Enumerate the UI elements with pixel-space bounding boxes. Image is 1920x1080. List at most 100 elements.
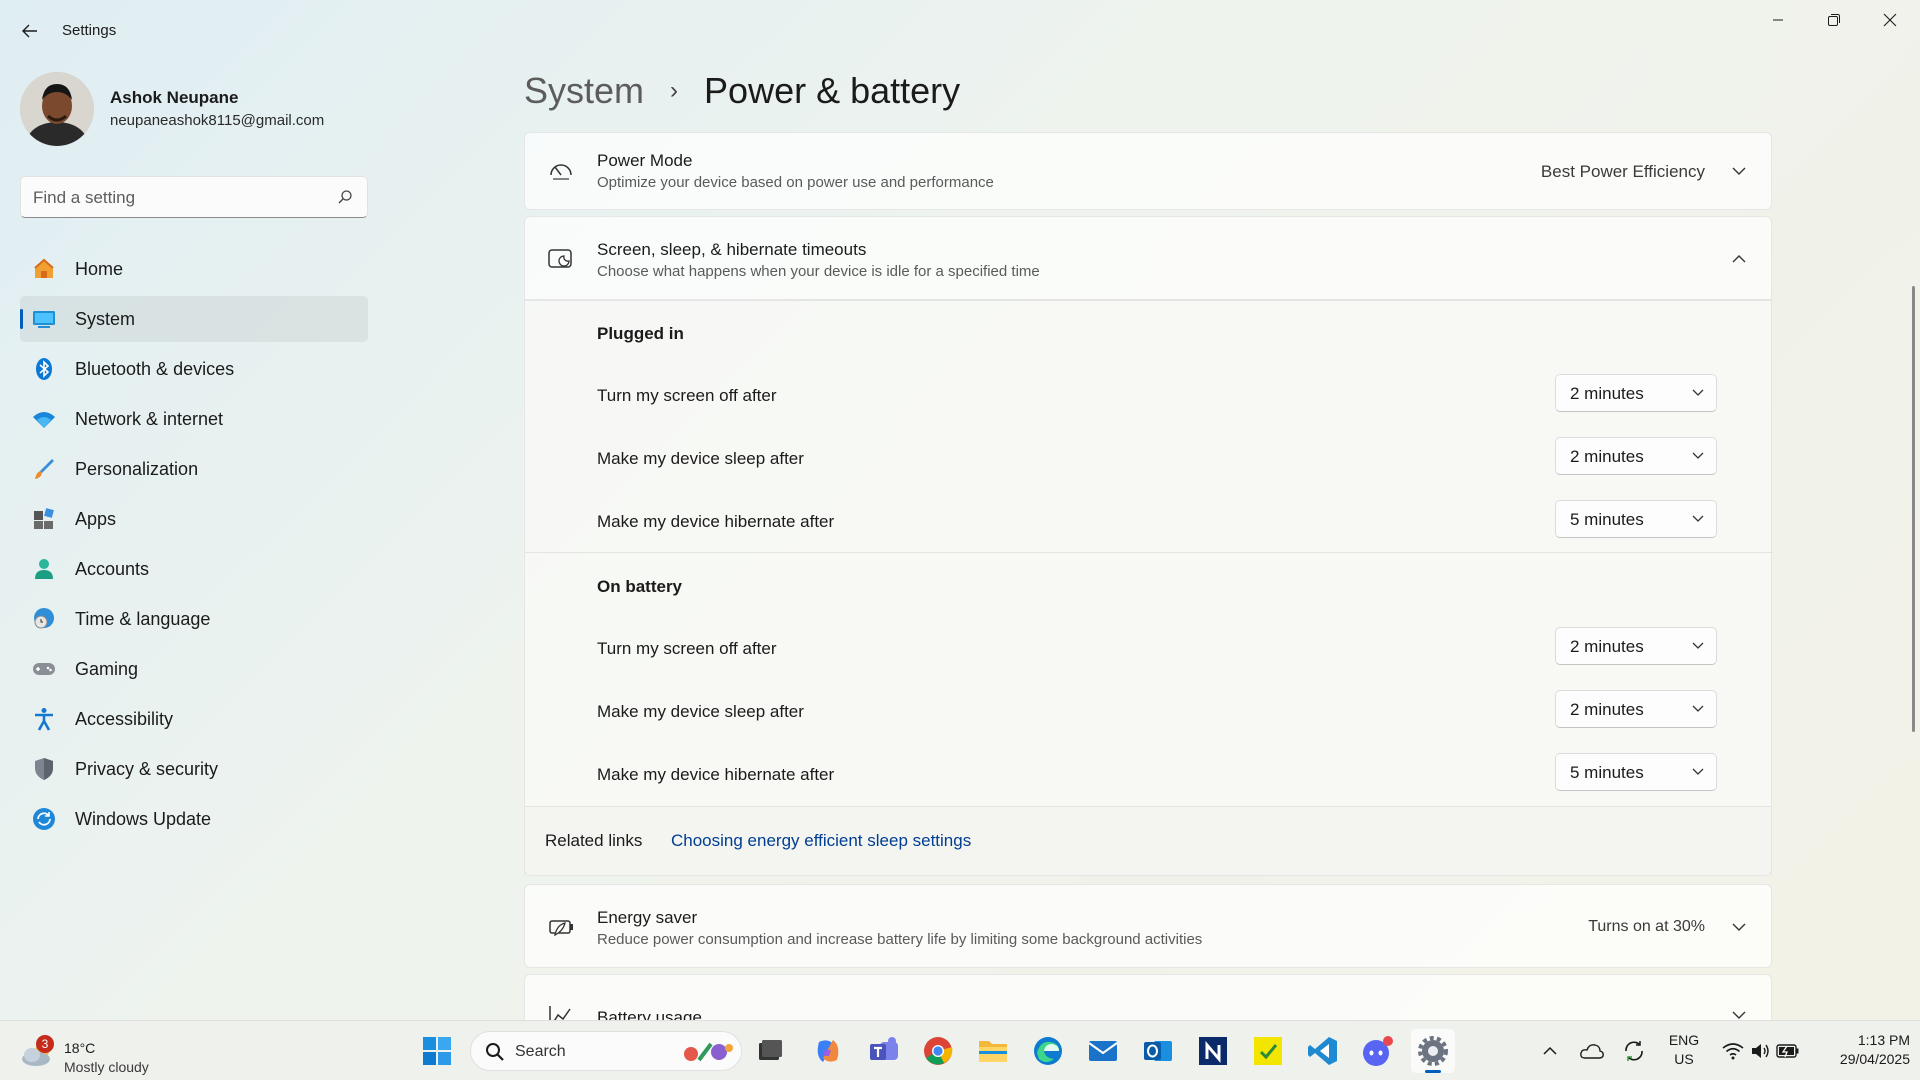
chevron-down-icon (1692, 642, 1704, 649)
teams-button[interactable] (862, 1029, 906, 1073)
chevron-up-icon (1543, 1046, 1557, 1055)
sync-button[interactable] (1614, 1029, 1654, 1073)
sidebar-item-bluetooth[interactable]: Bluetooth & devices (20, 346, 368, 392)
clock-button[interactable]: 1:13 PM 29/04/2025 (1810, 1029, 1910, 1073)
screen-sleep-icon (545, 243, 577, 275)
sidebar-item-privacy[interactable]: Privacy & security (20, 746, 368, 792)
quick-settings-button[interactable] (1714, 1029, 1806, 1073)
onedrive-button[interactable] (1572, 1029, 1612, 1073)
copilot-icon (817, 1040, 839, 1062)
chevron-down-icon[interactable] (1729, 1005, 1749, 1020)
sidebar-item-label: Privacy & security (75, 759, 219, 779)
sidebar-item-label: Apps (75, 509, 117, 529)
plugged-sleep-dropdown[interactable]: 2 minutes (1555, 437, 1717, 475)
language-indicator[interactable]: ENG US (1656, 1029, 1712, 1073)
outlook-icon (1144, 1041, 1172, 1061)
sidebar-item-network[interactable]: Network & internet (20, 396, 368, 442)
breadcrumb: System › Power & battery (524, 70, 960, 112)
chrome-icon (924, 1037, 953, 1065)
gauge-icon (545, 155, 577, 187)
sidebar-item-personalization[interactable]: Personalization (20, 446, 368, 492)
battery-charging-icon (1776, 1044, 1799, 1058)
on-battery-heading: On battery (597, 577, 683, 596)
apps-icon (32, 507, 56, 531)
divider (525, 300, 1773, 301)
search-input[interactable] (33, 186, 323, 210)
breadcrumb-parent[interactable]: System (524, 70, 644, 112)
sidebar-item-apps[interactable]: Apps (20, 496, 368, 542)
close-icon (1883, 13, 1897, 27)
dropdown-value: 2 minutes (1570, 700, 1644, 719)
battery-usage-card[interactable]: Battery usage (524, 974, 1772, 1020)
language-code: ENG (1668, 1032, 1700, 1048)
taskbar-search[interactable]: Search (470, 1031, 742, 1071)
dropdown-value: 2 minutes (1570, 384, 1644, 403)
outlook-button[interactable] (1136, 1029, 1180, 1073)
settings-search[interactable] (20, 176, 368, 218)
sidebar-item-label: Accessibility (75, 709, 174, 729)
sidebar-item-gaming[interactable]: Gaming (20, 646, 368, 692)
chevron-up-icon[interactable] (1729, 249, 1749, 269)
clock-time: 1:13 PM (1857, 1032, 1910, 1048)
user-profile[interactable]: Ashok Neupane neupaneashok8115@gmail.com (20, 72, 380, 148)
breadcrumb-separator: › (670, 77, 679, 104)
minimize-icon (1773, 19, 1783, 21)
globe-clock-icon (32, 607, 56, 631)
vscode-button[interactable] (1301, 1029, 1345, 1073)
energy-saver-title: Energy saver (597, 908, 698, 927)
person-icon (32, 557, 56, 581)
sidebar-item-system[interactable]: System (20, 296, 368, 342)
sidebar-item-time-language[interactable]: Time & language (20, 596, 368, 642)
energy-saver-icon (545, 911, 577, 943)
show-hidden-icons-button[interactable] (1530, 1029, 1570, 1073)
sidebar-item-windows-update[interactable]: Windows Update (20, 796, 368, 842)
file-explorer-button[interactable] (971, 1029, 1015, 1073)
power-mode-description: Optimize your device based on power use … (597, 174, 994, 191)
minimize-button[interactable] (1750, 0, 1806, 40)
taskbar-search-label: Search (515, 1043, 566, 1060)
energy-saver-card[interactable]: Energy saver Reduce power consumption an… (524, 884, 1772, 968)
edge-button[interactable] (1026, 1029, 1070, 1073)
settings-taskbar-button[interactable] (1411, 1029, 1455, 1073)
chevron-down-icon[interactable] (1729, 917, 1749, 937)
power-mode-value[interactable]: Best Power Efficiency (1541, 162, 1705, 182)
battery-sleep-dropdown[interactable]: 2 minutes (1555, 690, 1717, 728)
sidebar-item-home[interactable]: Home (20, 246, 368, 292)
close-button[interactable] (1862, 0, 1918, 40)
plugged-hibernate-dropdown[interactable]: 5 minutes (1555, 500, 1717, 538)
chrome-button[interactable] (916, 1029, 960, 1073)
plugged-screen-off-dropdown[interactable]: 2 minutes (1555, 374, 1717, 412)
back-button[interactable] (14, 16, 46, 46)
search-icon (486, 1043, 504, 1061)
plugged-sleep-label: Make my device sleep after (597, 449, 804, 468)
discord-icon (1363, 1036, 1393, 1066)
start-button[interactable] (415, 1029, 459, 1073)
battery-sleep-label: Make my device sleep after (597, 702, 804, 721)
mail-button[interactable] (1081, 1029, 1125, 1073)
sidebar-item-accessibility[interactable]: Accessibility (20, 696, 368, 742)
notion-button[interactable] (1191, 1029, 1235, 1073)
shield-icon (32, 757, 56, 781)
chevron-down-icon[interactable] (1729, 161, 1749, 181)
sticky-notes-button[interactable] (1246, 1029, 1290, 1073)
sidebar-item-label: System (75, 309, 136, 329)
power-mode-card[interactable]: Power Mode Optimize your device based on… (524, 132, 1772, 210)
weather-widget[interactable]: 3 18°C Mostly cloudy (20, 1029, 190, 1075)
battery-screen-off-dropdown[interactable]: 2 minutes (1555, 627, 1717, 665)
timeouts-content: Plugged in Turn my screen off after 2 mi… (524, 300, 1773, 876)
weather-temperature: 18°C (64, 1040, 96, 1056)
discord-button[interactable] (1356, 1029, 1400, 1073)
task-view-button[interactable] (748, 1029, 792, 1073)
copilot-button[interactable] (806, 1029, 850, 1073)
taskbar: 3 18°C Mostly cloudy Search ENG US 1:13 … (0, 1020, 1920, 1080)
restore-button[interactable] (1806, 0, 1862, 40)
chevron-down-icon (1692, 452, 1704, 459)
page-title: Power & battery (704, 70, 961, 111)
scrollbar-thumb[interactable] (1912, 286, 1915, 732)
folder-icon (979, 1041, 1007, 1062)
timeouts-card-header[interactable]: Screen, sleep, & hibernate timeouts Choo… (524, 216, 1772, 300)
sidebar-item-accounts[interactable]: Accounts (20, 546, 368, 592)
energy-sleep-settings-link[interactable]: Choosing energy efficient sleep settings (671, 831, 971, 851)
battery-hibernate-dropdown[interactable]: 5 minutes (1555, 753, 1717, 791)
chevron-down-icon (1692, 705, 1704, 712)
